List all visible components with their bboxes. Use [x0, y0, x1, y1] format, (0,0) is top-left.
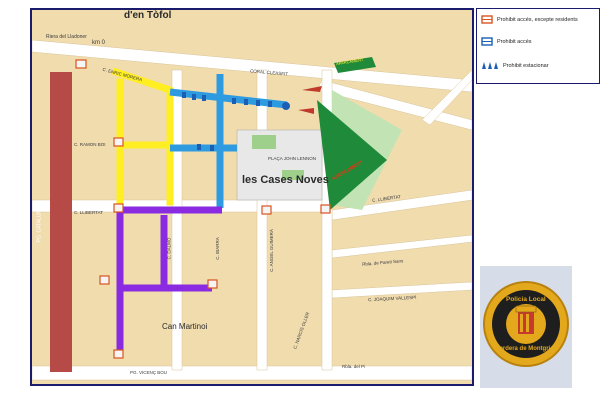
- map-canvas: [32, 10, 472, 384]
- blue-barrier-icon: [481, 37, 493, 46]
- legend-item-residents: Prohibit accés, excepte residents: [481, 15, 578, 24]
- label-ibarra: C. IBARRA: [214, 237, 220, 260]
- pg-catalunya-block: [50, 72, 72, 372]
- legend-label-access: Prohibit accés: [497, 38, 532, 45]
- legend-item-access: Prohibit accés: [481, 37, 532, 46]
- police-badge-panel: Policia Local Tordera de Montgrí: [480, 266, 572, 388]
- legend-item-parking: Prohibit estacionar: [481, 61, 549, 70]
- map-legend: Prohibit accés, excepte residents Prohib…: [476, 8, 600, 84]
- no-entry-barrier-icon: [481, 15, 493, 24]
- label-ramon-boi: C. RAMON BOI: [74, 142, 106, 147]
- badge-bottom-text: Tordera de Montgrí: [496, 346, 551, 352]
- label-dalmo: C. DALMO: [166, 237, 172, 260]
- label-guimera: C. ANGEL GUIMERÀ: [268, 229, 274, 272]
- legend-label-residents: Prohibit accés, excepte residents: [497, 16, 578, 23]
- police-badge-icon: [483, 281, 569, 367]
- label-can-martinoi: Can Martinoi: [162, 322, 208, 331]
- label-tofol: d'en Tòfol: [124, 10, 172, 21]
- label-rambla: Rbla. del Pi: [342, 364, 366, 369]
- legend-label-parking: Prohibit estacionar: [503, 62, 549, 69]
- label-lladoner: Riera del Lladoner: [46, 34, 87, 40]
- street-map: d'en Tòfol km 0 Riera del Lladoner C. EN…: [30, 8, 474, 386]
- label-placa: PLAÇA JOHN LENNON: [268, 156, 317, 161]
- label-llibertat: C. LLIBERTAT: [74, 210, 104, 215]
- traffic-cone-icon: [482, 62, 498, 69]
- label-km: km 0: [92, 40, 106, 46]
- badge-top-text: Policia Local: [506, 296, 546, 303]
- label-vicenc-bou: PG. VICENÇ BOU: [130, 370, 168, 375]
- label-cases-noves: les Cases Noves: [242, 174, 329, 186]
- label-pg-catalunya: PG. CATALUNYA: [36, 203, 43, 243]
